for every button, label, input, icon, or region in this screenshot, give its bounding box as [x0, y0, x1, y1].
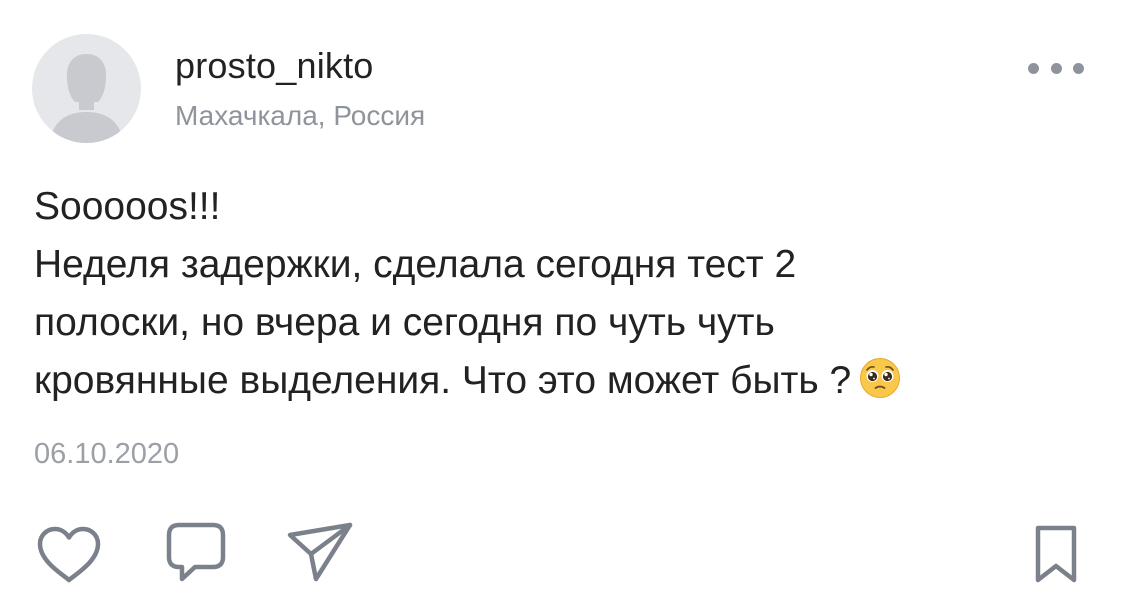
more-dots-icon	[1073, 62, 1084, 74]
post-text-last-line-wrapper: кровянные выделения. Что это может быть …	[34, 352, 1104, 410]
post-text: Sooooos!!! Неделя задержки, сделала сего…	[34, 178, 1104, 410]
username[interactable]: prosto_nikto	[175, 48, 374, 84]
bookmark-icon	[1035, 525, 1077, 583]
comment-icon	[166, 522, 226, 582]
comment-button[interactable]	[165, 521, 227, 585]
more-options-button[interactable]	[1028, 58, 1084, 78]
post-date: 06.10.2020	[34, 438, 180, 470]
avatar[interactable]	[32, 34, 141, 143]
post-text-line: Sooooos!!!	[34, 185, 221, 228]
heart-icon	[37, 526, 101, 583]
pleading-face-emoji	[859, 357, 901, 399]
more-dots-icon	[1028, 62, 1039, 74]
bookmark-button[interactable]	[1030, 524, 1082, 584]
post-card: prosto_nikto Махачкала, Россия Sooooos!!…	[0, 0, 1127, 600]
post-text-line: полоски, но вчера и сегодня по чуть чуть	[34, 301, 775, 344]
post-text-line: кровянные выделения. Что это может быть …	[34, 359, 852, 402]
share-icon	[287, 522, 353, 582]
more-dots-icon	[1050, 62, 1062, 74]
share-button[interactable]	[286, 521, 354, 585]
post-text-line: Неделя задержки, сделала сегодня тест 2	[34, 243, 797, 286]
location: Махачкала, Россия	[175, 100, 426, 131]
user-silhouette-icon	[50, 54, 123, 143]
like-button[interactable]	[36, 525, 102, 585]
